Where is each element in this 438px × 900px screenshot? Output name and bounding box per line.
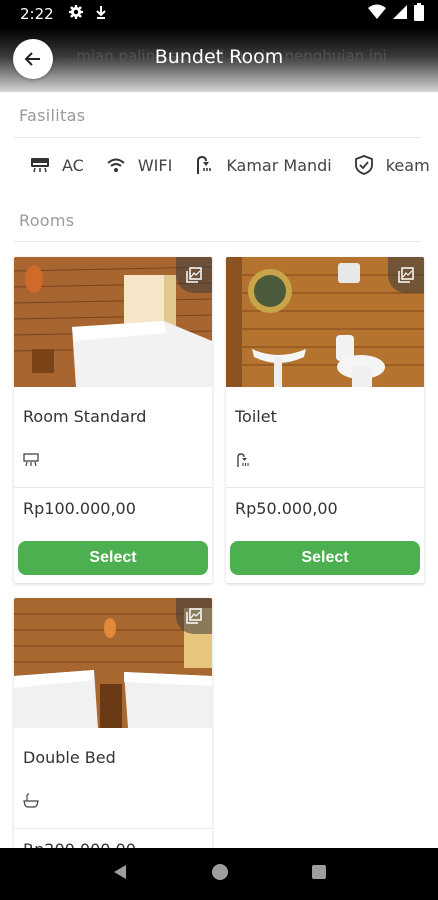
facility-bathroom: Kamar Mandi (194, 155, 332, 175)
divider (14, 241, 420, 242)
divider (14, 487, 212, 488)
arrow-left-icon (24, 52, 40, 66)
select-room-button[interactable]: Select (230, 541, 420, 575)
room-card: Toilet Rp50.000,00 Select (226, 257, 424, 583)
room-name: Room Standard (23, 407, 147, 426)
triangle-back-icon (114, 865, 126, 879)
gallery-button[interactable] (388, 257, 424, 293)
status-bar: 2:22 (0, 0, 438, 28)
gallery-icon (186, 608, 202, 624)
room-price: Rp50.000,00 (235, 499, 338, 518)
facility-label: Kamar Mandi (226, 155, 332, 175)
facility-label: keam (385, 155, 430, 175)
ac-icon (23, 452, 39, 468)
room-name: Double Bed (23, 748, 116, 767)
select-room-button[interactable]: Select (18, 541, 208, 575)
divider (14, 828, 212, 829)
app-header: ...mian paling s... ...hi musim penghuja… (0, 28, 438, 92)
back-nav-button[interactable] (111, 863, 129, 885)
bathtub-icon (23, 793, 39, 809)
gallery-button[interactable] (176, 598, 212, 634)
room-photo[interactable] (14, 598, 212, 728)
page-title: Bundet Room (154, 46, 284, 68)
signal-icon (392, 4, 408, 24)
facilities-list[interactable]: AC WIFI Kamar Mandi keam (30, 150, 438, 180)
facility-ac: AC (30, 155, 84, 175)
recents-nav-button[interactable] (311, 864, 327, 884)
room-card: Room Standard Rp100.000,00 Select (14, 257, 212, 583)
square-recents-icon (312, 865, 326, 879)
facility-label: AC (62, 155, 84, 175)
facility-label: WIFI (137, 155, 173, 175)
battery-icon (414, 3, 424, 25)
shower-icon (235, 452, 251, 468)
wifi-status-icon (368, 4, 386, 24)
room-price: Rp100.000,00 (23, 499, 136, 518)
room-photo[interactable] (226, 257, 424, 387)
facilities-label: Fasilitas (19, 106, 86, 125)
gallery-icon (398, 267, 414, 283)
back-button[interactable] (13, 39, 53, 79)
facility-security: keam (354, 155, 430, 175)
gallery-icon (186, 267, 202, 283)
divider (14, 137, 420, 138)
divider (226, 487, 424, 488)
download-icon (94, 4, 108, 24)
system-nav-bar (0, 848, 438, 900)
settings-icon (68, 4, 84, 24)
room-card: Double Bed Rp200.000,00 (14, 598, 212, 858)
wifi-icon (106, 155, 126, 175)
circle-home-icon (212, 864, 228, 880)
shower-icon (194, 155, 214, 175)
rooms-label: Rooms (19, 211, 75, 230)
shield-icon (354, 155, 374, 175)
home-nav-button[interactable] (211, 863, 229, 885)
facility-wifi: WIFI (106, 155, 172, 175)
room-photo[interactable] (14, 257, 212, 387)
status-time: 2:22 (20, 5, 54, 23)
ac-icon (30, 155, 50, 175)
gallery-button[interactable] (176, 257, 212, 293)
room-name: Toilet (235, 407, 277, 426)
